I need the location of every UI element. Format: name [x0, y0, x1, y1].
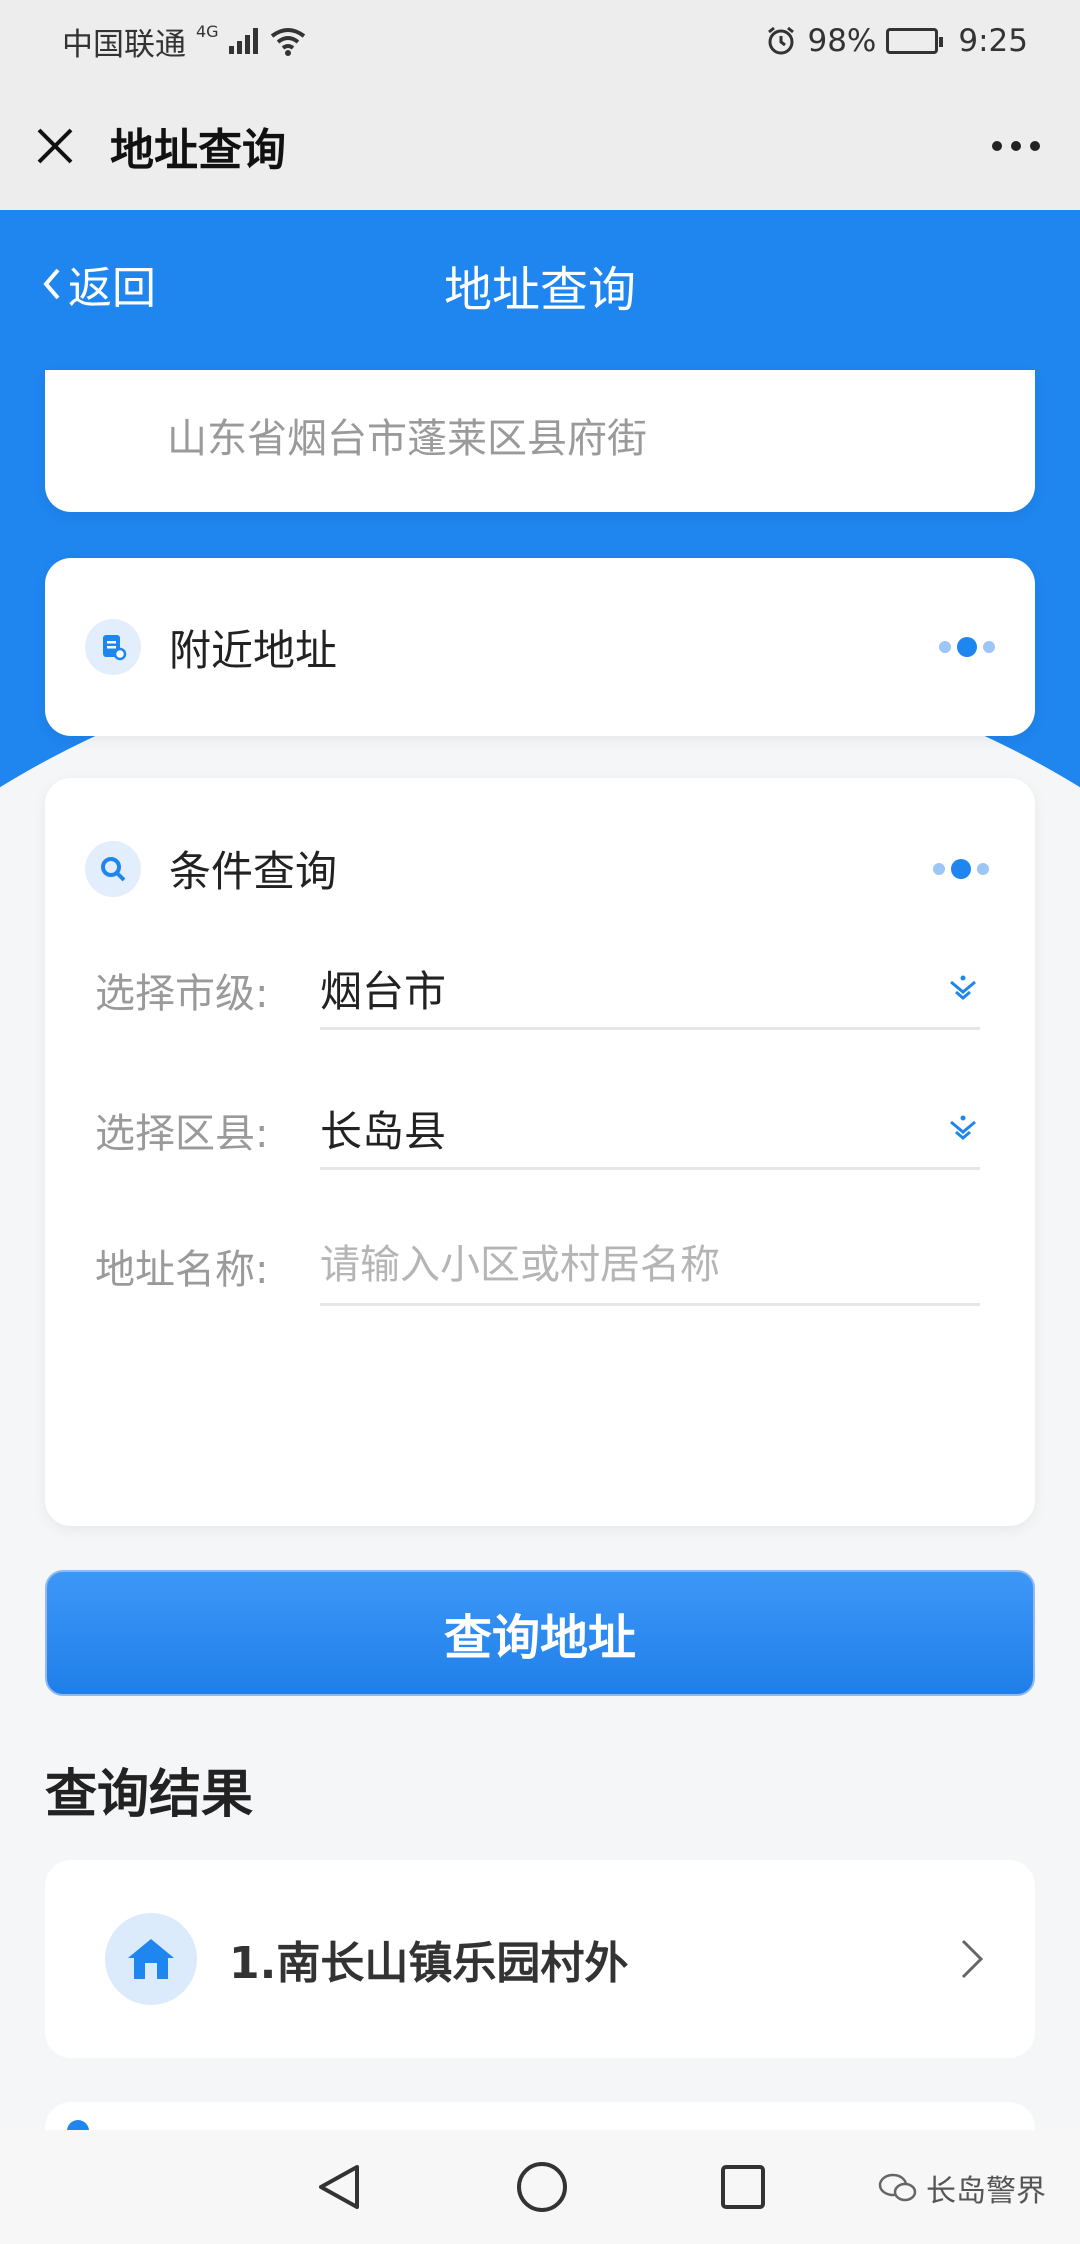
status-left: 中国联通 4G — [62, 19, 308, 64]
nearby-address-card[interactable]: 附近地址 — [45, 558, 1035, 736]
condition-search-header[interactable]: 条件查询 — [85, 838, 989, 899]
back-label: 返回 — [68, 263, 156, 314]
result-item-label: 1.南长山镇乐园村外 — [229, 1938, 629, 1989]
district-value: 长岛县 — [320, 1107, 447, 1156]
address-name-field — [320, 1226, 980, 1306]
webview-title-bar: 地址查询 — [0, 82, 1080, 210]
results-title: 查询结果 — [45, 1765, 254, 1825]
search-icon — [101, 856, 126, 881]
clock: 9:25 — [958, 23, 1028, 59]
home-circle-icon[interactable] — [515, 2160, 569, 2214]
chevron-left-icon — [43, 268, 60, 300]
page-header: 返回 地址查询 — [0, 210, 1080, 360]
current-location-text: 山东省烟台市蓬莱区县府街 — [167, 416, 647, 462]
watermark: 长岛警界 — [878, 2166, 1046, 2210]
address-name-input[interactable] — [320, 1226, 980, 1303]
city-select[interactable]: 烟台市 — [320, 950, 980, 1030]
city-row: 选择市级: 烟台市 — [95, 950, 980, 1030]
nearby-icon-wrap — [85, 619, 141, 675]
district-label: 选择区县: — [95, 1111, 269, 1157]
chevron-down-icon — [950, 1115, 976, 1140]
more-icon — [992, 141, 1002, 151]
condition-search-card: 条件查询 选择市级: 烟台市 选择区县: 长岛县 地址名称: — [45, 778, 1035, 1526]
query-address-button[interactable]: 查询地址 — [45, 1570, 1035, 1696]
battery-icon — [886, 28, 944, 54]
home-icon — [128, 1939, 174, 1979]
watermark-text: 长岛警界 — [926, 2174, 1046, 2209]
district-row: 选择区县: 长岛县 — [95, 1090, 980, 1170]
nearby-label: 附近地址 — [169, 625, 338, 675]
chevron-right-icon — [961, 1939, 984, 1979]
city-value: 烟台市 — [320, 967, 447, 1016]
wechat-icon — [878, 2173, 917, 2202]
expand-dots-icon[interactable] — [933, 858, 989, 879]
expand-dots-icon[interactable] — [939, 637, 995, 657]
recents-square-icon[interactable] — [719, 2163, 767, 2211]
network-type: 4G — [196, 21, 219, 41]
more-button[interactable] — [982, 131, 1050, 161]
status-right: 98% 9:25 — [765, 23, 1028, 59]
close-button[interactable] — [30, 121, 80, 171]
battery-percent: 98% — [807, 23, 877, 59]
wifi-icon — [270, 28, 305, 56]
current-location-card[interactable]: 山东省烟台市蓬莱区县府街 — [45, 370, 1035, 512]
status-bar: 中国联通 4G 98% 9:25 — [0, 0, 1080, 82]
page-title: 地址查询 — [443, 262, 636, 318]
carrier-name: 中国联通 — [62, 26, 186, 63]
city-label: 选择市级: — [95, 971, 269, 1017]
home-icon-wrap — [105, 1913, 197, 2005]
result-item[interactable]: 1.南长山镇乐园村外 — [45, 1860, 1035, 2058]
back-button[interactable]: 返回 — [40, 252, 156, 316]
address-name-row: 地址名称: — [95, 1226, 980, 1306]
search-icon-wrap — [85, 840, 141, 897]
address-name-label: 地址名称: — [95, 1247, 269, 1293]
alarm-icon — [768, 26, 795, 55]
document-icon — [103, 635, 127, 661]
close-icon — [37, 128, 73, 164]
back-triangle-icon[interactable] — [313, 2161, 365, 2213]
chevron-down-icon — [950, 975, 976, 1000]
condition-search-label: 条件查询 — [169, 847, 338, 896]
signal-icon — [228, 28, 258, 54]
district-select[interactable]: 长岛县 — [320, 1090, 980, 1170]
webview-title: 地址查询 — [110, 125, 286, 176]
